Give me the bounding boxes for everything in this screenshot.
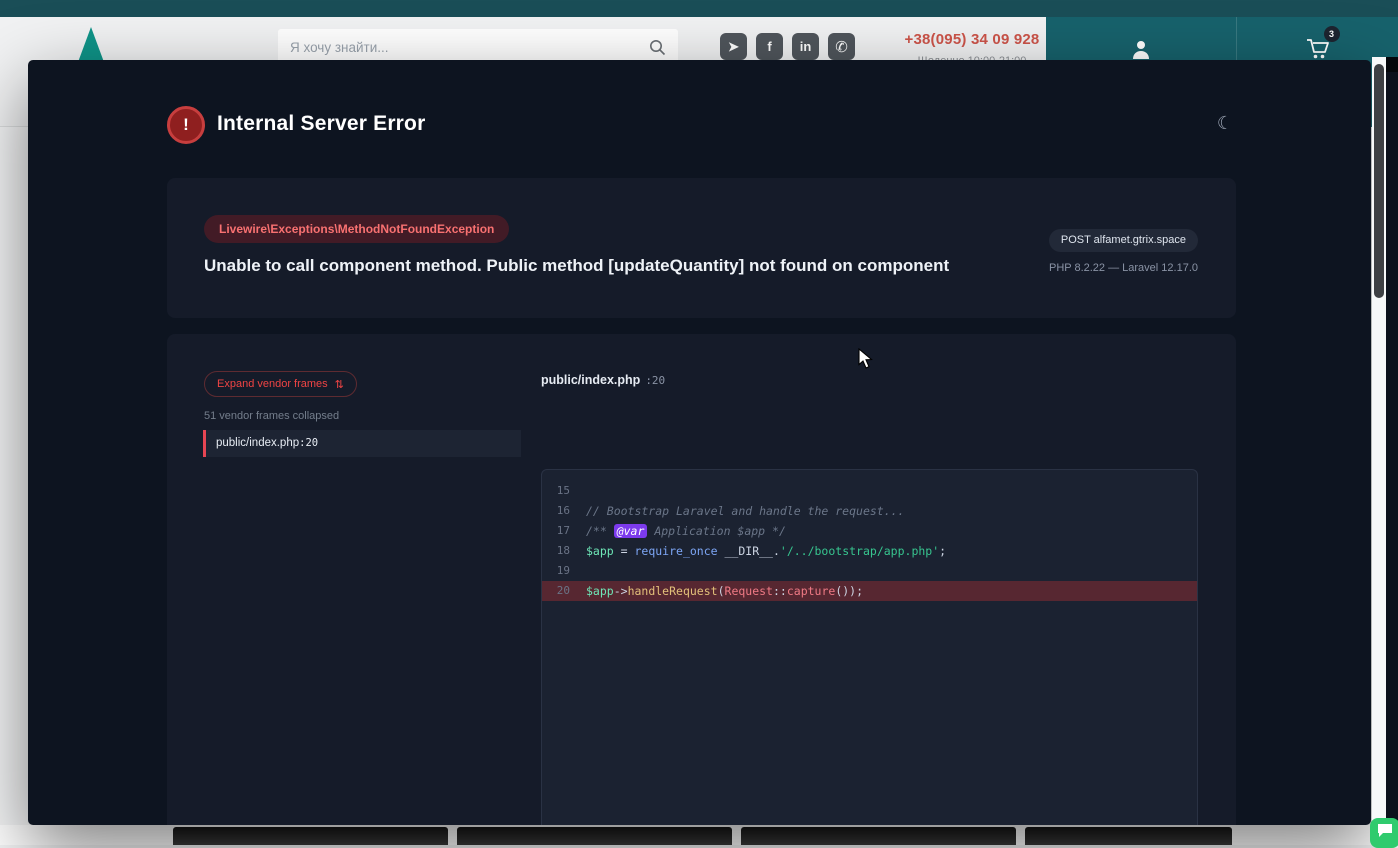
error-title: Internal Server Error <box>217 112 426 135</box>
collapsed-frames-note: 51 vendor frames collapsed <box>204 410 340 422</box>
line-number: 15 <box>556 484 570 497</box>
top-info-bar <box>0 0 1398 17</box>
expand-chevrons-icon: ⇅ <box>334 378 344 391</box>
cart-count-badge: 3 <box>1323 26 1340 42</box>
product-image[interactable] <box>173 827 448 845</box>
exception-card: Livewire\Exceptions\MethodNotFoundExcept… <box>167 178 1236 318</box>
chat-widget-button[interactable] <box>1370 818 1398 848</box>
facebook-icon[interactable]: f <box>756 33 783 60</box>
whatsapp-icon[interactable]: ✆ <box>828 33 855 60</box>
line-source: $app->handleRequest(Request::capture()); <box>586 584 864 598</box>
line-number: 16 <box>556 504 570 517</box>
search-input[interactable] <box>290 39 649 55</box>
code-line: 19 <box>542 561 1197 581</box>
line-source: // Bootstrap Laravel and handle the requ… <box>586 504 905 518</box>
code-file-name: public/index.php <box>541 373 641 387</box>
product-image[interactable] <box>1025 827 1232 845</box>
expand-vendor-frames-button[interactable]: Expand vendor frames ⇅ <box>204 371 357 397</box>
window-edge <box>1386 57 1398 845</box>
code-line: 17 /** @var Application $app */ <box>542 521 1197 541</box>
product-image[interactable] <box>741 827 1016 845</box>
error-modal: ! Internal Server Error ☾ Livewire\Excep… <box>28 60 1371 825</box>
line-number: 17 <box>556 524 570 537</box>
dark-mode-toggle-icon[interactable]: ☾ <box>1217 113 1233 134</box>
stack-frame-file: public/index.php <box>216 437 300 449</box>
environment-versions: PHP 8.2.22 — Laravel 12.17.0 <box>1048 262 1198 274</box>
product-image[interactable] <box>457 827 732 845</box>
stack-frame-item[interactable]: public/index.php:20 <box>203 430 521 457</box>
code-snippet: 15 16 // Bootstrap Laravel and handle the … <box>541 469 1198 825</box>
stack-trace-card: Expand vendor frames ⇅ 51 vendor frames … <box>167 334 1236 825</box>
telegram-icon[interactable]: ➤ <box>720 33 747 60</box>
error-icon: ! <box>167 106 205 144</box>
code-line: 15 <box>542 481 1197 501</box>
line-number: 20 <box>556 584 570 597</box>
line-number: 18 <box>556 544 570 557</box>
social-links: ➤ f in ✆ <box>720 33 855 60</box>
product-strip <box>0 825 1398 845</box>
code-file-header: public/index.php :20 <box>541 373 665 387</box>
expand-vendor-frames-label: Expand vendor frames <box>217 378 328 390</box>
stack-frame-line: :20 <box>299 437 319 449</box>
exception-message: Unable to call component method. Public … <box>204 256 950 275</box>
search-icon[interactable] <box>649 39 666 56</box>
code-line: 20 $app->handleRequest(Request::capture()… <box>542 581 1197 601</box>
line-source: $app = require_once __DIR__.'/../bootstr… <box>586 544 947 558</box>
code-line: 16 // Bootstrap Laravel and handle the re… <box>542 501 1197 521</box>
code-lines: 15 16 // Bootstrap Laravel and handle the … <box>542 481 1197 601</box>
exception-class-badge: Livewire\Exceptions\MethodNotFoundExcept… <box>204 215 510 243</box>
code-line: 18 $app = require_once __DIR__.'/../boots… <box>542 541 1197 561</box>
line-number: 19 <box>556 564 570 577</box>
request-badge: POST alfamet.gtrix.space <box>1048 229 1198 252</box>
chat-icon <box>1377 823 1393 843</box>
page-scrollbar-thumb[interactable] <box>1374 64 1384 298</box>
window-edge-corner <box>1386 57 1398 72</box>
code-line-number: :20 <box>645 374 666 387</box>
linkedin-icon[interactable]: in <box>792 33 819 60</box>
line-source: /** @var Application $app */ <box>586 524 786 538</box>
